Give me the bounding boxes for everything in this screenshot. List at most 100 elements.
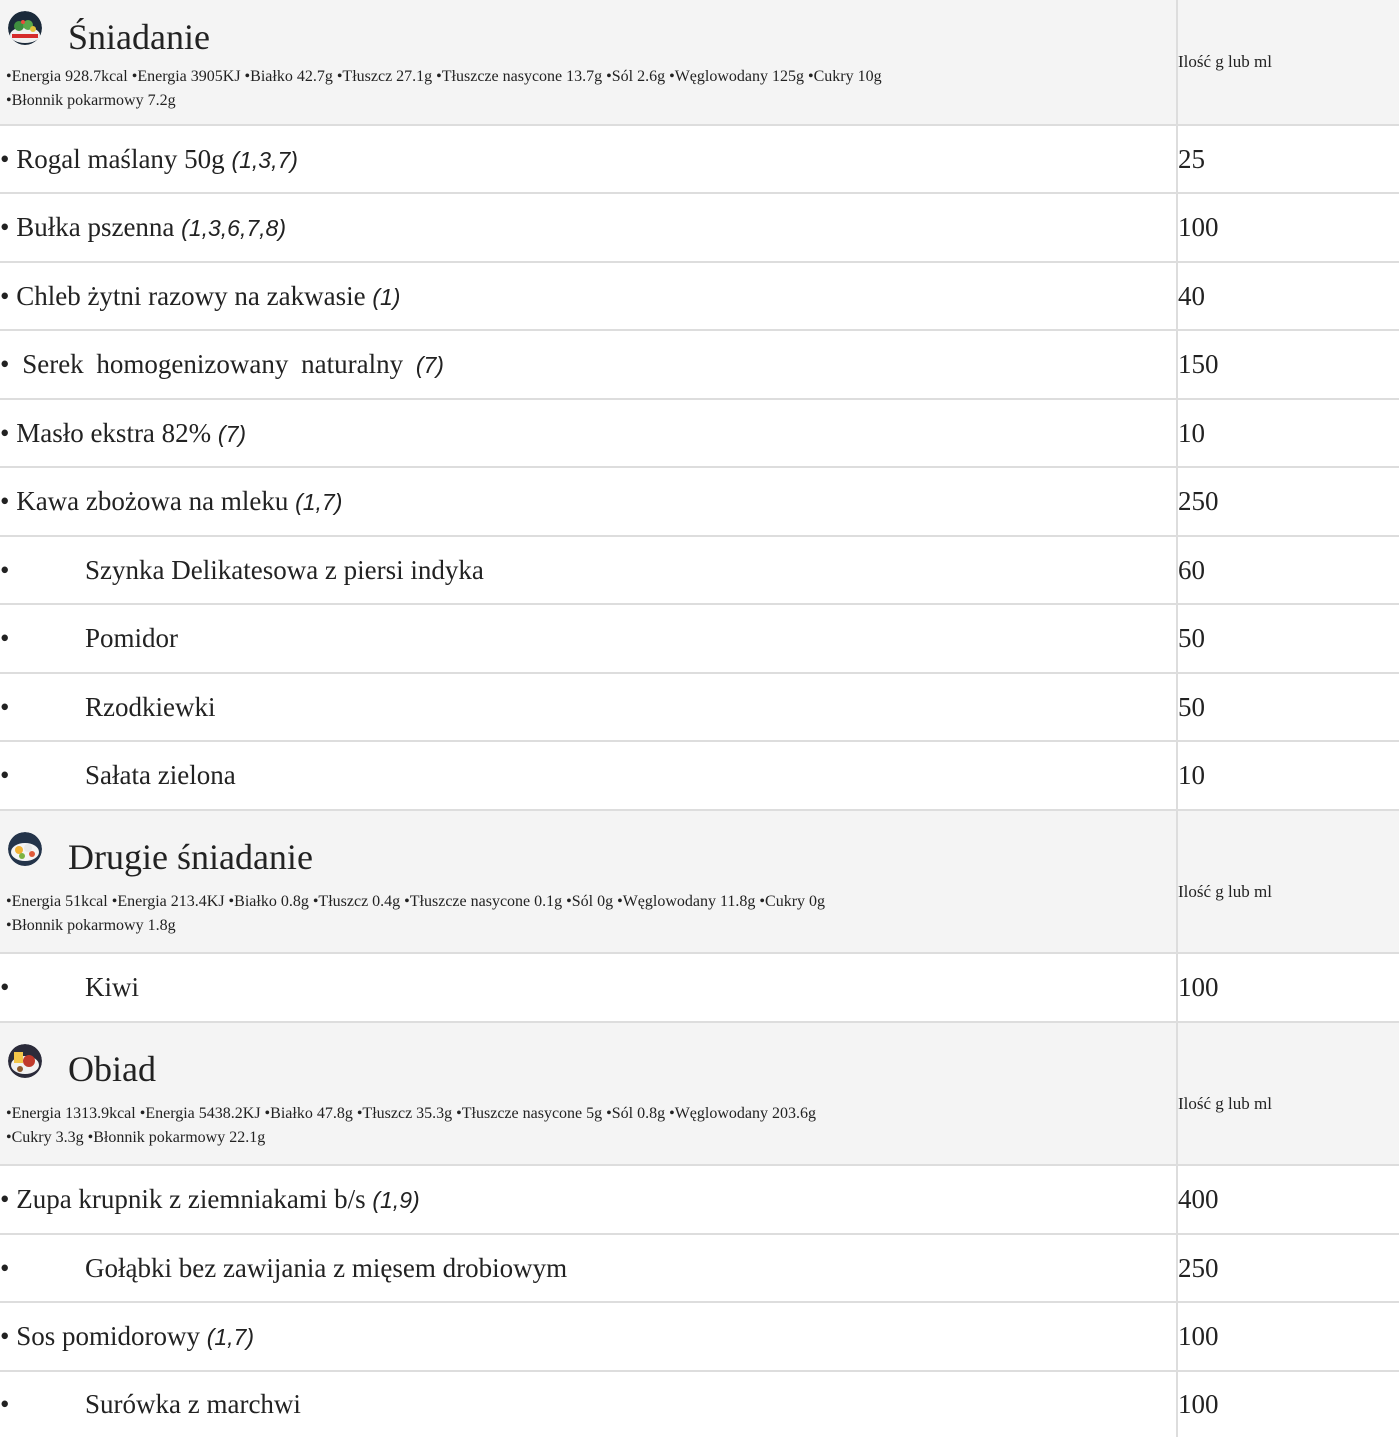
table-row: • Rzodkiewki 50: [0, 673, 1399, 742]
item-qty: 100: [1176, 1302, 1399, 1372]
nutrition-summary: •Energia 51kcal •Energia 213.4KJ •Białko…: [0, 890, 1176, 944]
item-qty: 10: [1176, 741, 1399, 811]
qty-column-header: Ilość g lub ml: [1176, 1022, 1399, 1166]
item-qty: 40: [1176, 262, 1399, 331]
item-qty: 25: [1176, 125, 1399, 194]
allergen-codes: (1,3,7): [231, 146, 298, 173]
item-name: • Szynka Delikatesowa z piersi indyka: [0, 536, 1177, 605]
item-name: • Bułka pszenna (1,3,6,7,8): [0, 193, 1177, 263]
nutrition-line: •Energia 1313.9kcal •Energia 5438.2KJ •B…: [6, 1104, 817, 1122]
item-label: Sałata zielona: [85, 760, 236, 790]
item-qty: 50: [1176, 673, 1399, 742]
item-label: • Masło ekstra 82%: [0, 417, 218, 448]
item-qty: 400: [1176, 1165, 1399, 1235]
table-row: • Zupa krupnik z ziemniakami b/s (1,9) 4…: [0, 1165, 1399, 1235]
item-qty: 50: [1176, 604, 1399, 674]
lunch-plate-icon: [8, 1043, 42, 1078]
bullet: •: [0, 1252, 10, 1283]
item-label: Gołąbki bez zawijania z mięsem drobiowym: [85, 1252, 568, 1283]
item-name: • Zupa krupnik z ziemniakami b/s (1,9): [0, 1165, 1177, 1235]
item-name: • Sos pomidorowy (1,7): [0, 1302, 1177, 1372]
item-name: • Pomidor: [0, 604, 1177, 674]
item-qty: 10: [1176, 399, 1399, 468]
item-name: • Gołąbki bez zawijania z mięsem drobiowy…: [0, 1234, 1177, 1303]
item-name: • Serek homogenizowany naturalny (7): [0, 330, 1177, 400]
bullet: •: [0, 760, 10, 790]
table-row: • Rogal maślany 50g (1,3,7) 25: [0, 125, 1399, 194]
allergen-codes: (7): [217, 420, 247, 447]
nutrition-line: •Energia 928.7kcal •Energia 3905KJ •Biał…: [6, 68, 882, 85]
bullet: •: [0, 623, 10, 653]
allergen-codes: (1,7): [206, 1324, 255, 1350]
allergen-codes: (1): [372, 283, 401, 310]
nutrition-line: •Cukry 3.3g •Błonnik pokarmowy 22.1g: [6, 1128, 266, 1146]
item-qty: 100: [1176, 1371, 1399, 1437]
item-label: • Sos pomidorowy: [0, 1321, 207, 1351]
item-label: Rzodkiewki: [85, 691, 216, 722]
item-qty: 150: [1176, 330, 1399, 400]
nutrition-line: •Błonnik pokarmowy 7.2g: [6, 92, 176, 109]
second-breakfast-plate-icon: [8, 831, 42, 866]
item-label: • Chleb żytni razowy na zakwasie: [0, 280, 373, 311]
meal-header-cell: Śniadanie •Energia 928.7kcal •Energia 39…: [0, 0, 1177, 126]
item-name: • Surówka z marchwi: [0, 1371, 1177, 1437]
item-label: Surówka z marchwi: [85, 1389, 301, 1419]
item-name: • Chleb żytni razowy na zakwasie (1): [0, 262, 1177, 331]
nutrition-line: •Energia 51kcal •Energia 213.4KJ •Białko…: [6, 892, 826, 910]
table-row: • Kiwi 100: [0, 953, 1399, 1023]
item-name: • Kawa zbożowa na mleku (1,7): [0, 467, 1177, 537]
bullet: •: [0, 1389, 10, 1419]
item-qty: 100: [1176, 953, 1399, 1023]
nutrition-summary: •Energia 1313.9kcal •Energia 5438.2KJ •B…: [0, 1102, 1176, 1156]
table-row: • Sałata zielona 10: [0, 741, 1399, 811]
item-name: • Rogal maślany 50g (1,3,7): [0, 125, 1177, 194]
item-qty: 60: [1176, 536, 1399, 605]
item-name: • Sałata zielona: [0, 741, 1177, 811]
qty-column-header: Ilość g lub ml: [1176, 810, 1399, 954]
meal-header-cell: Drugie śniadanie •Energia 51kcal •Energi…: [0, 810, 1177, 954]
bullet: •: [0, 554, 10, 585]
qty-column-header: Ilość g lub ml: [1176, 0, 1399, 126]
meal-header-cell: Obiad •Energia 1313.9kcal •Energia 5438.…: [0, 1022, 1177, 1166]
bullet: •: [0, 972, 10, 1002]
allergen-codes: (1,3,6,7,8): [181, 215, 286, 241]
meal-title: Obiad: [68, 1048, 156, 1089]
allergen-codes: (1,9): [372, 1187, 420, 1213]
item-qty: 250: [1176, 1234, 1399, 1303]
item-qty: 100: [1176, 193, 1399, 263]
bullet: •: [0, 691, 10, 722]
table-row: • Chleb żytni razowy na zakwasie (1) 40: [0, 262, 1399, 331]
allergen-codes: (7): [415, 352, 444, 378]
item-label: • Kawa zbożowa na mleku: [0, 486, 296, 516]
item-name: • Rzodkiewki: [0, 673, 1177, 742]
table-row: • Masło ekstra 82% (7) 10: [0, 399, 1399, 468]
table-row: • Szynka Delikatesowa z piersi indyka 60: [0, 536, 1399, 605]
meal-title: Drugie śniadanie: [68, 836, 313, 877]
item-name: • Masło ekstra 82% (7): [0, 399, 1177, 468]
item-label: Kiwi: [85, 972, 139, 1002]
item-name: • Kiwi: [0, 953, 1177, 1023]
table-row: • Serek homogenizowany naturalny (7) 150: [0, 330, 1399, 400]
meal-header-lunch: Obiad •Energia 1313.9kcal •Energia 5438.…: [0, 1022, 1399, 1166]
item-label: • Bułka pszenna: [0, 212, 182, 242]
table-row: • Pomidor 50: [0, 604, 1399, 674]
meal-title: Śniadanie: [68, 17, 210, 57]
table-row: • Kawa zbożowa na mleku (1,7) 250: [0, 467, 1399, 537]
nutrition-line: •Błonnik pokarmowy 1.8g: [6, 916, 176, 934]
item-label: • Zupa krupnik z ziemniakami b/s: [0, 1184, 373, 1214]
table-row: • Gołąbki bez zawijania z mięsem drobiowy…: [0, 1234, 1399, 1303]
table-row: • Sos pomidorowy (1,7) 100: [0, 1302, 1399, 1372]
item-label: Szynka Delikatesowa z piersi indyka: [85, 554, 484, 585]
nutrition-summary: •Energia 928.7kcal •Energia 3905KJ •Biał…: [0, 65, 1176, 119]
allergen-codes: (1,7): [295, 489, 343, 515]
breakfast-plate-icon: [8, 11, 42, 45]
item-qty: 250: [1176, 467, 1399, 537]
table-row: • Surówka z marchwi 100: [0, 1371, 1399, 1437]
item-label: • Rogal maślany 50g: [0, 143, 232, 174]
table-row: • Bułka pszenna (1,3,6,7,8) 100: [0, 193, 1399, 263]
item-label: • Serek homogenizowany naturalny: [0, 349, 416, 379]
item-label: Pomidor: [85, 623, 179, 653]
meal-plan-table: Śniadanie •Energia 928.7kcal •Energia 39…: [0, 0, 1399, 1437]
meal-header-second-breakfast: Drugie śniadanie •Energia 51kcal •Energi…: [0, 810, 1399, 954]
meal-header-breakfast: Śniadanie •Energia 928.7kcal •Energia 39…: [0, 0, 1399, 126]
